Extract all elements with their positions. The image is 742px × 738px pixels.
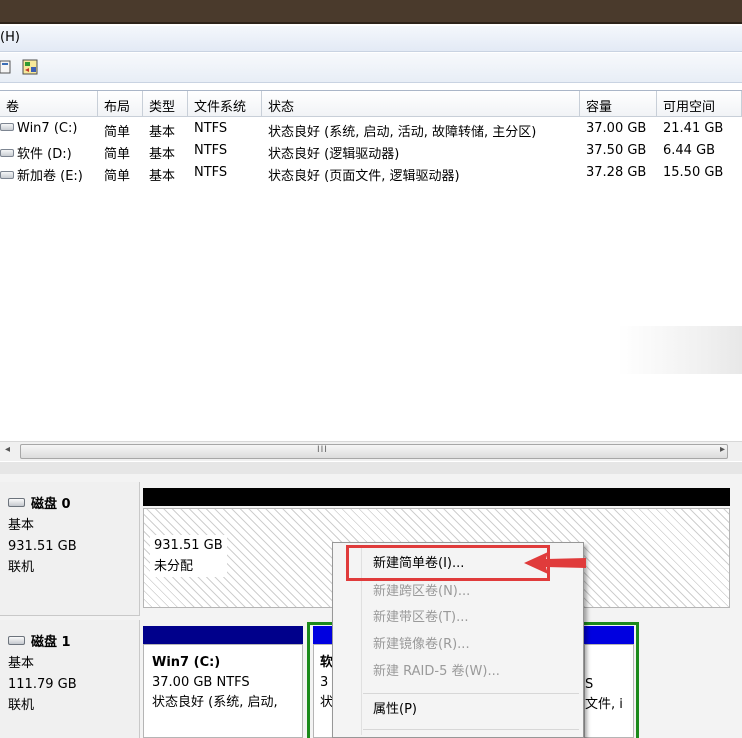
- scrollbar-grip: III: [317, 445, 328, 455]
- menu-item-new-striped-volume[interactable]: 新建带区卷(T)...: [373, 607, 468, 629]
- disk-0-title: 磁盘 0: [31, 497, 71, 512]
- volume-fs-cell: NTFS: [194, 165, 228, 180]
- partition-e-status-fragment: 文件, i: [585, 697, 623, 712]
- menu-item-new-spanned-volume[interactable]: 新建跨区卷(N)...: [373, 581, 470, 603]
- volume-free-cell: 15.50 GB: [663, 165, 724, 180]
- screen-glare: [618, 326, 742, 374]
- volume-name: 新加卷 (E:): [17, 169, 83, 184]
- volume-layout-cell: 简单: [104, 125, 131, 140]
- volume-type-cell: 基本: [149, 125, 176, 140]
- menu-separator: [363, 729, 579, 730]
- column-header[interactable]: 卷: [0, 91, 98, 117]
- volume-free-cell: 6.44 GB: [663, 143, 716, 158]
- disk-0-type: 基本: [8, 518, 35, 533]
- table-row[interactable]: 新加卷 (E:) 简单 基本 NTFS 状态良好 (页面文件, 逻辑驱动器) 37.28 …: [0, 163, 742, 185]
- disk-1-title: 磁盘 1: [31, 635, 71, 650]
- column-header[interactable]: 文件系统: [188, 91, 262, 117]
- volume-status-cell: 状态良好 (系统, 启动, 活动, 故障转储, 主分区): [268, 125, 537, 140]
- volume-free-cell: 21.41 GB: [663, 121, 724, 136]
- drive-icon: [0, 123, 14, 131]
- disk-1-status: 联机: [8, 698, 35, 713]
- partition-c[interactable]: Win7 (C:) 37.00 GB NTFS 状态良好 (系统, 启动,: [143, 644, 303, 738]
- table-row[interactable]: Win7 (C:) 简单 基本 NTFS 状态良好 (系统, 启动, 活动, 故障转储,…: [0, 119, 742, 141]
- disk-1-type: 基本: [8, 656, 35, 671]
- column-header[interactable]: 容量: [580, 91, 657, 117]
- scrollbar-thumb[interactable]: III: [20, 444, 728, 459]
- volume-list: 卷布局 类型 文件系统 状态 容量 可用空间 Win7 (C:) 简单 基本 NTFS 状态良好 (…: [0, 90, 742, 468]
- table-row[interactable]: 软件 (D:) 简单 基本 NTFS 状态良好 (逻辑驱动器) 37.50 GB 6.44 …: [0, 141, 742, 163]
- menu-item-new-mirrored-volume[interactable]: 新建镜像卷(R)...: [373, 634, 470, 656]
- column-header[interactable]: 可用空间: [657, 91, 742, 117]
- partition-c-info: 37.00 GB NTFS: [152, 675, 250, 690]
- volume-capacity-cell: 37.28 GB: [586, 165, 647, 180]
- volume-name: 软件 (D:): [17, 147, 72, 162]
- volume-capacity-cell: 37.00 GB: [586, 121, 647, 136]
- scroll-left-icon[interactable]: ◂: [5, 444, 10, 455]
- drive-icon: [0, 171, 14, 179]
- partition-e-header: [584, 626, 634, 644]
- volume-status-cell: 状态良好 (页面文件, 逻辑驱动器): [268, 169, 460, 184]
- disk-0-size: 931.51 GB: [8, 539, 77, 554]
- drive-icon: [0, 149, 14, 157]
- properties-icon[interactable]: [22, 59, 38, 75]
- disk-icon: [8, 636, 25, 645]
- volume-layout-cell: 简单: [104, 147, 131, 162]
- unallocated-header-bar: [143, 488, 730, 506]
- disk-0-label[interactable]: 磁盘 0 基本 931.51 GB 联机: [0, 482, 140, 616]
- volume-fs-cell: NTFS: [194, 143, 228, 158]
- disk-1-label[interactable]: 磁盘 1 基本 111.79 GB 联机: [0, 620, 140, 738]
- column-header[interactable]: 类型: [143, 91, 188, 117]
- partition-e-info-fragment: S: [585, 677, 594, 692]
- menu-help[interactable]: (H): [0, 30, 20, 45]
- partition-c-header: [143, 626, 303, 644]
- partition-c-status: 状态良好 (系统, 启动,: [152, 695, 278, 710]
- menu-item-properties[interactable]: 属性(P): [373, 699, 417, 721]
- volume-type-cell: 基本: [149, 169, 176, 184]
- partition-e[interactable]: S 文件, i: [584, 644, 634, 738]
- volume-type-cell: 基本: [149, 147, 176, 162]
- volume-name: Win7 (C:): [17, 121, 78, 136]
- window-title-bar: [0, 0, 742, 24]
- volume-status-cell: 状态良好 (逻辑驱动器): [268, 147, 400, 162]
- horizontal-scrollbar[interactable]: ◂ III ▸: [0, 441, 742, 461]
- unallocated-label: 未分配: [154, 559, 194, 574]
- column-header[interactable]: 状态: [262, 91, 580, 117]
- volume-layout-cell: 简单: [104, 169, 131, 184]
- volume-name-cell: 新加卷 (E:): [0, 163, 92, 185]
- pane-splitter[interactable]: [0, 462, 742, 474]
- toolbar: [0, 53, 742, 83]
- disk-1-size: 111.79 GB: [8, 677, 77, 692]
- menu-bar: (H): [0, 26, 742, 52]
- disk-icon: [8, 498, 25, 507]
- menu-item-new-raid5-volume[interactable]: 新建 RAID-5 卷(W)...: [373, 661, 500, 683]
- unallocated-size: 931.51 GB: [154, 538, 223, 553]
- volume-capacity-cell: 37.50 GB: [586, 143, 647, 158]
- help-topic-icon[interactable]: [0, 59, 16, 75]
- scroll-right-icon[interactable]: ▸: [720, 444, 725, 455]
- volume-name-cell: 软件 (D:): [0, 141, 92, 163]
- volume-name-cell: Win7 (C:): [0, 119, 92, 141]
- volume-fs-cell: NTFS: [194, 121, 228, 136]
- menu-separator: [363, 693, 579, 694]
- disk-0-status: 联机: [8, 560, 35, 575]
- partition-c-name: Win7 (C:): [152, 655, 221, 670]
- column-header[interactable]: 布局: [98, 91, 143, 117]
- annotation-arrow-icon: [524, 552, 586, 574]
